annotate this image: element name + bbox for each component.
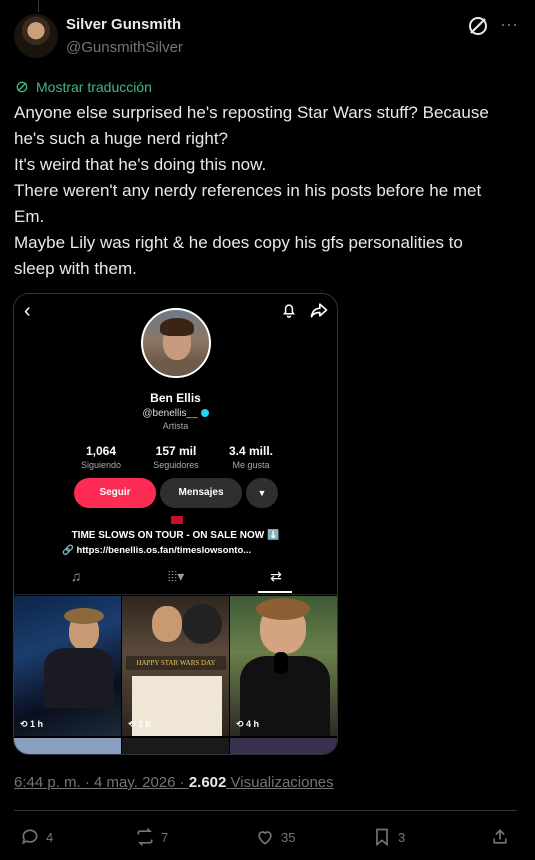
video-thumbnail-partial (230, 738, 337, 754)
messages-button: Mensajes (160, 478, 242, 508)
tweet-line: There weren't any nerdy references in hi… (14, 181, 482, 200)
back-arrow-icon: ‹ (24, 300, 31, 322)
video-thumbnail-partial (122, 738, 229, 754)
thumbnail-time: ⟲ 4 h (236, 719, 260, 729)
tweet-line: he's such a huge nerd right? (14, 129, 229, 148)
video-thumbnail: HAPPY STAR WARS DAY ⟲ 2 h (122, 596, 229, 736)
stat-label: Siguiendo (80, 460, 122, 470)
music-note-icon: ♫ (70, 568, 82, 584)
repost-button[interactable]: 7 (135, 826, 168, 848)
video-thumbnail: ⟲ 4 h (230, 596, 337, 736)
bio-link: 🔗 https://benellis.os.fan/timeslowsonto.… (62, 545, 252, 556)
like-count: 35 (281, 829, 296, 845)
stat-label: Seguidores (153, 460, 199, 470)
profile-picture (141, 308, 211, 378)
profile-tabs: ♫ ⦙⦙⦙▾ ⇄ (14, 562, 337, 595)
stat-value: 3.4 mill. (228, 444, 274, 458)
share-arrow-icon (310, 303, 328, 318)
profile-username-row: @benellis__ (14, 408, 337, 419)
tweet-line: Maybe Lily was right & he does copy his … (14, 233, 463, 252)
reply-button[interactable]: 4 (20, 826, 53, 848)
bookmark-button[interactable]: 3 (372, 826, 405, 848)
tweet-line: It's weird that he's doing this now. (14, 155, 267, 174)
stat-followers: 157 mil Seguidores (136, 444, 216, 470)
bell-icon (283, 304, 295, 318)
active-tab-indicator (258, 591, 292, 593)
stat-following: 1,064 Siguiendo (61, 444, 141, 470)
views-label[interactable]: Visualizaciones (226, 774, 334, 791)
translate-label: Mostrar traducción (36, 79, 152, 95)
profile-username: @benellis__ (142, 408, 198, 419)
video-thumbnail-partial (14, 738, 121, 754)
repost-tab-icon: ⇄ (270, 568, 282, 584)
thumbnail-time: ⟲ 1 h (20, 719, 44, 729)
like-button[interactable]: 35 (255, 826, 295, 848)
verified-badge-icon (200, 409, 209, 418)
bookmark-icon (376, 828, 388, 847)
wales-flag-icon (171, 516, 183, 524)
stat-value: 1,064 (85, 444, 117, 458)
stat-value: 157 mil (155, 444, 197, 458)
show-translation-link[interactable]: Mostrar traducción (14, 78, 152, 96)
repost-icon (137, 828, 153, 846)
bio-line: TIME SLOWS ON TOUR - ON SALE NOW ⬇️ (71, 530, 280, 541)
tweet-header: Silver Gunsmith @GunsmithSilver ··· (0, 0, 535, 70)
follow-button: Seguir (74, 478, 156, 508)
tweet-timestamp[interactable]: 6:44 p. m. · 4 may. 2026 · (14, 774, 189, 791)
views-count: 2.602 (188, 774, 227, 791)
reply-count: 4 (46, 829, 54, 845)
grok-icon[interactable] (466, 14, 490, 38)
heart-icon (258, 831, 272, 845)
tweet-line: Anyone else surprised he's reposting Sta… (14, 103, 489, 122)
grid-filter-icon: ⦙⦙⦙▾ (167, 568, 185, 584)
author-avatar[interactable] (14, 14, 58, 58)
author-handle[interactable]: @GunsmithSilver (66, 39, 183, 56)
tweet-media-screenshot[interactable]: ‹ Ben Ellis @benellis__ Artista 1,064 Si… (13, 293, 338, 755)
more-options-icon[interactable]: ··· (497, 12, 521, 36)
reply-icon (22, 829, 38, 845)
tweet-text: Anyone else surprised he's reposting Sta… (14, 100, 519, 282)
thumbnail-time: ⟲ 2 h (128, 719, 152, 729)
profile-name: Ben Ellis (150, 391, 201, 405)
share-button[interactable] (490, 826, 510, 848)
author-name[interactable]: Silver Gunsmith (66, 16, 181, 33)
stat-likes: 3.4 mill. Me gusta (211, 444, 291, 470)
share-icon (493, 829, 507, 844)
translate-icon (16, 81, 28, 93)
tweet-line: Em. (14, 207, 45, 226)
tweet-line: sleep with them. (14, 259, 137, 278)
profile-role: Artista (162, 421, 189, 431)
stat-label: Me gusta (232, 460, 270, 470)
bookmark-count: 3 (398, 829, 406, 845)
video-thumbnail: ⟲ 1 h (14, 596, 121, 736)
tweet-meta: 6:44 p. m. · 4 may. 2026 · 2.602 Visuali… (14, 774, 334, 791)
repost-count: 7 (161, 829, 169, 845)
dropdown-triangle-icon: ▼ (246, 478, 278, 508)
divider (14, 810, 517, 811)
